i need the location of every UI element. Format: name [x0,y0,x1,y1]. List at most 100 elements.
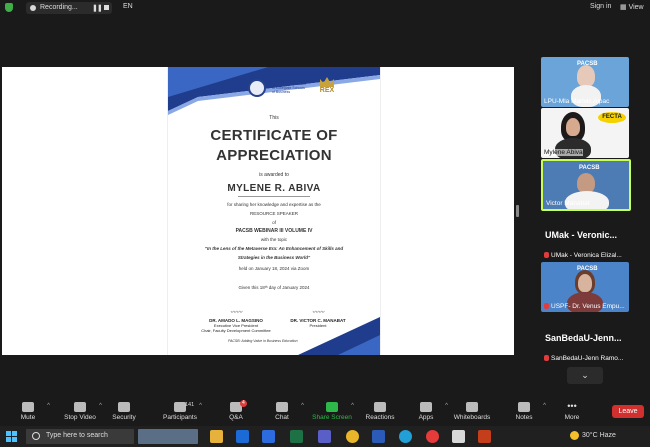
opera-icon[interactable] [426,430,439,443]
participant-tile-active-speaker[interactable]: PACSB Victor Manabat [541,159,631,211]
panel-splitter-handle[interactable] [516,205,519,217]
participant-name: SanBedaU-Jenn Ramo... [544,355,623,362]
pacsb-org-name: Philippine Association of Collegiate Sch… [272,82,306,94]
whiteboards-button[interactable]: Whiteboards [444,398,500,426]
sign-in-link[interactable]: Sign in [590,3,611,10]
signatory-2: 〰〰 DR. VICTOR C. MANABAT President [278,310,358,328]
windows-start-icon[interactable] [6,431,17,442]
taskbar-search-box[interactable]: Type here to search [26,429,134,444]
share-screen-label: Share Screen [312,414,352,421]
cert-title-line2: APPRECIATION [216,147,332,164]
participant-display-name: SanBedaU-Jenn... [545,333,622,343]
stop-video-label: Stop Video [64,414,96,421]
recording-indicator[interactable]: Recording... ❚❚ [26,2,112,14]
cert-of: of [272,220,276,225]
search-icon [32,432,40,440]
chat-button[interactable]: Chat ^ [254,398,310,426]
security-button[interactable]: Security [96,398,152,426]
apps-label: Apps [418,414,434,421]
weather-sun-icon [570,431,579,440]
apps-grid-icon [420,402,432,412]
shield-icon[interactable] [5,3,13,12]
participant-display-name: UMak - Veronic... [545,230,618,240]
participant-tile[interactable]: PACSB LPU-Mla Marivic Alpac [541,57,629,107]
pause-recording-icon[interactable]: ❚❚ [92,4,103,12]
search-placeholder: Type here to search [46,432,108,439]
participant-tile[interactable]: UMak - Veronic... UMak - Veronica Elizal… [541,211,629,261]
participant-tile[interactable]: PACSB USPF- Dr. Venus Empu... [541,262,629,312]
more-label: More [564,414,580,421]
participant-name: LPU-Mla Marivic Alpac [544,98,610,105]
participant-video [577,65,595,87]
qa-badge: 4 [240,400,247,407]
cert-footer: PACSB: Adding Value in Business Educatio… [228,339,298,343]
participant-name: UMak - Veronica Elizal... [544,252,622,259]
signature-1: 〰〰 [229,310,242,316]
file-explorer-icon[interactable] [210,430,223,443]
participant-name: Victor Manabat [546,200,590,207]
smiley-icon [374,402,386,412]
cert-held: held on January 18, 2024 via Zoom [238,266,310,271]
crown-icon [320,77,334,87]
signature-2: 〰〰 [311,310,324,316]
shield-icon [118,402,130,412]
participant-name: USPF- Dr. Venus Empu... [544,303,625,310]
participants-button[interactable]: 141 Participants ^ [152,398,208,426]
more-button[interactable]: ••• More [544,398,600,426]
participant-tile[interactable]: SanBedaU-Jenn... SanBedaU-Jenn Ramo... [541,314,629,364]
zoom-icon[interactable] [262,430,275,443]
participant-video [577,173,595,193]
participants-label: Participants [163,414,197,421]
chrome-icon[interactable] [346,430,359,443]
chat-bubble-icon [276,402,288,412]
more-dots-icon: ••• [567,401,577,411]
weather-text[interactable]: 30°C Haze [582,432,616,439]
view-label: View [628,4,644,11]
cert-name-underline [238,196,310,197]
reactions-label: Reactions [365,414,395,421]
participant-video [578,274,592,292]
view-menu[interactable]: ▦ View [620,3,644,11]
signatory-1: 〰〰 DR. AMADO L. MAGSINO Executive Vice P… [196,310,276,333]
whiteboards-label: Whiteboards [453,414,491,421]
participant-video [566,118,580,136]
powerpoint-icon[interactable] [478,430,491,443]
recording-dot-icon [30,5,36,11]
certificate: Philippine Association of Collegiate Sch… [167,67,381,355]
cert-topic-line1: "In the Lens of the Metaverse Era: An En… [204,246,344,251]
cert-title-line1: CERTIFICATE OF [210,127,338,144]
store-icon[interactable] [236,430,249,443]
chevron-up-icon[interactable]: ^ [47,403,50,409]
teams-icon[interactable] [318,430,331,443]
chat-label: Chat [275,414,289,421]
participant-name-text: SanBedaU-Jenn Ramo... [551,355,624,362]
notepad-icon[interactable] [452,430,465,443]
search-highlight-image[interactable] [138,429,198,444]
mic-muted-icon [544,355,549,361]
notes-icon [518,402,530,412]
fecta-logo: FECTA [598,112,626,123]
qa-label: Q&A [229,414,243,421]
windows-taskbar: Type here to search 30°C Haze [0,426,650,447]
cert-this: This [269,115,279,121]
microphone-icon [22,402,34,412]
mic-muted-icon [544,303,549,309]
stop-recording-icon[interactable] [104,5,109,10]
leave-button[interactable]: Leave [612,405,644,418]
participant-name: Mylene Abiva [544,149,583,156]
mute-button[interactable]: Mute ^ [0,398,56,426]
word-icon[interactable] [372,430,385,443]
recording-label: Recording... [40,4,78,11]
language-selector[interactable]: EN [123,3,133,10]
scroll-down-chevron-icon[interactable]: ⌄ [567,367,603,384]
participant-name-text: USPF- Dr. Venus Empu... [551,303,625,310]
cert-given: Given this 18ᵗʰ day of January 2024 [238,285,310,290]
edge-icon[interactable] [399,430,412,443]
share-screen-icon [326,402,338,412]
chevron-up-icon[interactable]: ^ [199,403,202,409]
shared-screen: Philippine Association of Collegiate Sch… [2,67,514,355]
participant-tile[interactable]: FECTA Mylene Abiva [541,108,629,158]
signatory-2-title: President [309,323,327,328]
meeting-toolbar: Mute ^ Stop Video ^ Security 141 Participan… [0,398,650,426]
excel-icon[interactable] [290,430,303,443]
